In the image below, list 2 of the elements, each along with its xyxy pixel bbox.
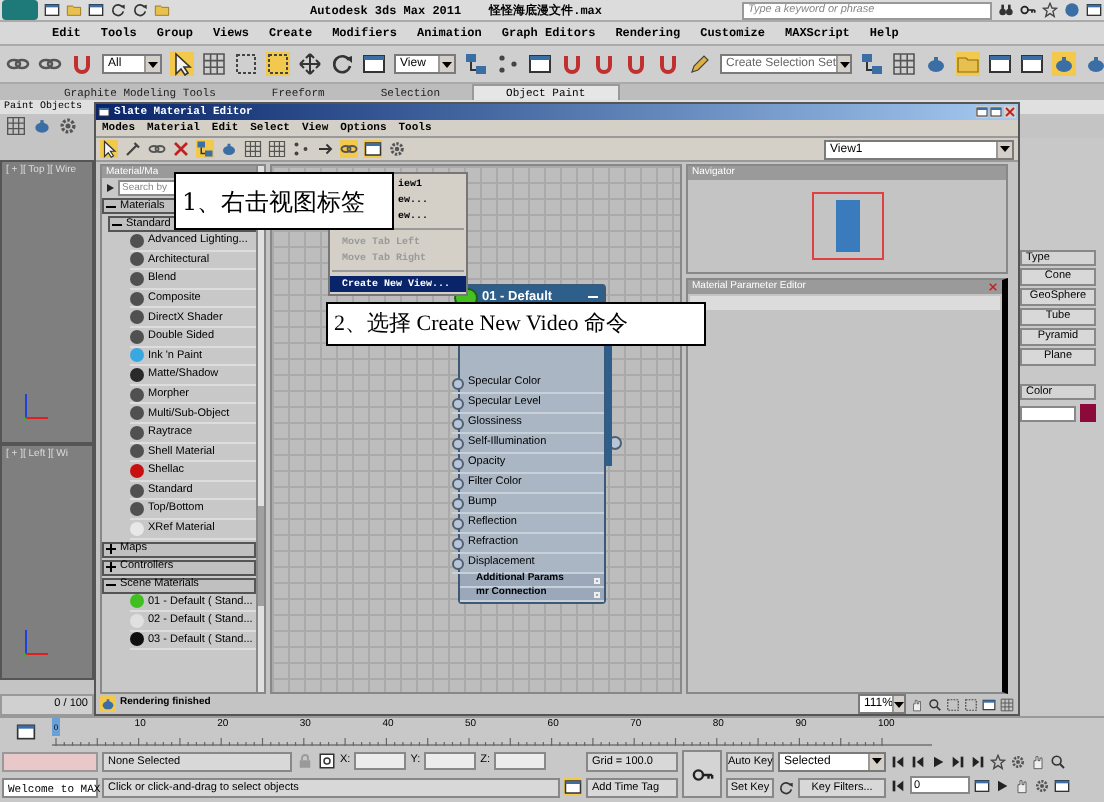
callout-tooltip: 2、选择 Create New Video 命令 bbox=[326, 302, 706, 346]
callout-tooltip: 1、右击视图标签 bbox=[174, 172, 394, 230]
